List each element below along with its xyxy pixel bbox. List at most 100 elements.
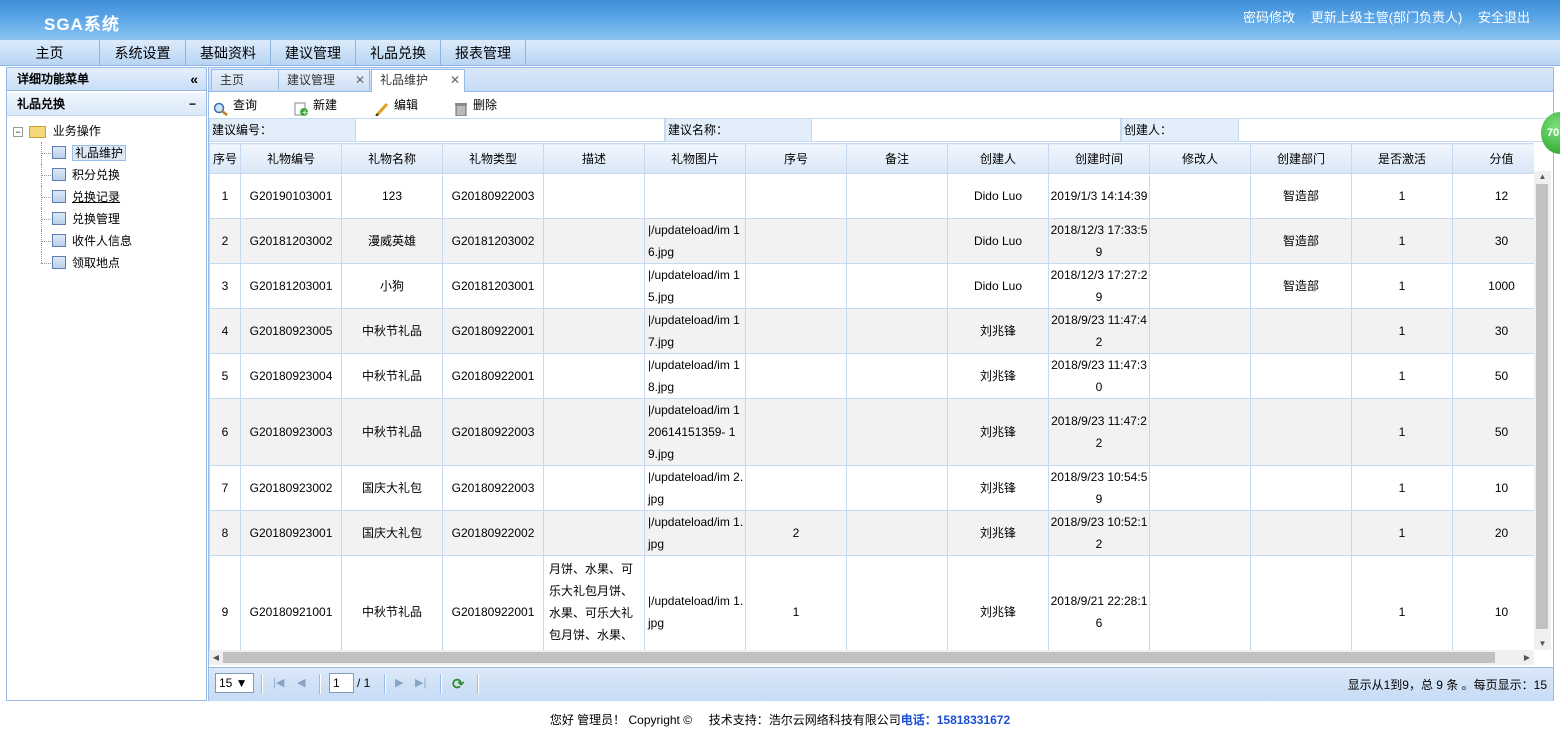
main-nav: 主页 系统设置 基础资料 建议管理 礼品兑换 报表管理: [0, 40, 1560, 66]
cell-seq: [745, 263, 847, 309]
last-page-icon[interactable]: ▶|: [415, 676, 426, 689]
cell-modifier: [1149, 218, 1251, 264]
collapse-sidebar-icon[interactable]: «: [190, 68, 198, 90]
table-row[interactable]: 8 G20180923001 国庆大礼包 G20180922002 |/updatelo…: [209, 510, 1534, 556]
cell-name: 中秋节礼品: [341, 398, 443, 466]
sidebar-item-exchange-mgmt[interactable]: 兑换管理: [7, 208, 206, 230]
horizontal-scrollbar[interactable]: ◀ ▶: [209, 650, 1534, 665]
tree-root[interactable]: − 业务操作: [7, 120, 206, 142]
column-header[interactable]: 分值: [1452, 143, 1534, 174]
column-header[interactable]: 描述: [543, 143, 645, 174]
page-size-select[interactable]: 15 ▼: [215, 673, 254, 693]
nav-home[interactable]: 主页: [0, 40, 100, 65]
cell-type: G20180922003: [442, 465, 544, 511]
main-panel: 主页 建议管理 ✕ 礼品维护 ✕ 查询 + 新建 编辑 删除 建议编号： 建议名称： …: [208, 67, 1554, 701]
cell-no: 1: [209, 173, 241, 219]
table-row[interactable]: 3 G20181203001 小狗 G20181203001 |/updateload/…: [209, 263, 1534, 309]
trash-icon: [453, 99, 469, 117]
table-row[interactable]: 5 G20180923004 中秋节礼品 G20180922001 |/updatelo…: [209, 353, 1534, 399]
table-row[interactable]: 7 G20180923002 国庆大礼包 G20180922003 |/updatelo…: [209, 465, 1534, 511]
cell-active: 1: [1351, 173, 1453, 219]
suggestion-no-input[interactable]: [355, 118, 665, 142]
cell-name: 小狗: [341, 263, 443, 309]
table-row[interactable]: 9 G20180921001 中秋节礼品 G20180922001 月饼、水果、可乐大礼…: [209, 555, 1534, 650]
close-tab-icon[interactable]: ✕: [450, 70, 460, 90]
column-header[interactable]: 礼物名称: [341, 143, 443, 174]
nav-basic-data[interactable]: 基础资料: [186, 40, 271, 65]
vertical-scrollbar[interactable]: ▲ ▼: [1534, 171, 1551, 650]
change-password-link[interactable]: 密码修改: [1243, 10, 1295, 25]
table-row[interactable]: 6 G20180923003 中秋节礼品 G20180922003 |/updatelo…: [209, 398, 1534, 466]
scroll-left-icon[interactable]: ◀: [209, 650, 223, 665]
creator-input[interactable]: [1238, 118, 1552, 142]
cell-time: 2018/12/3 17:27:29: [1048, 263, 1150, 309]
nav-system-settings[interactable]: 系统设置: [100, 40, 186, 65]
cell-score: 30: [1452, 308, 1534, 354]
column-header[interactable]: 是否激活: [1351, 143, 1453, 174]
cell-active: 1: [1351, 218, 1453, 264]
logout-link[interactable]: 安全退出: [1478, 10, 1530, 25]
cell-remark: [846, 465, 948, 511]
column-header[interactable]: 创建部门: [1250, 143, 1352, 174]
column-header[interactable]: 修改人: [1149, 143, 1251, 174]
table-row[interactable]: 4 G20180923005 中秋节礼品 G20180922001 |/updatelo…: [209, 308, 1534, 354]
cell-creator: 刘兆锋: [947, 308, 1049, 354]
close-tab-icon[interactable]: ✕: [355, 70, 365, 90]
tab-home[interactable]: 主页: [211, 69, 281, 90]
cell-code: G20180923001: [240, 510, 342, 556]
table-row[interactable]: 1 G20190103001 123 G20180922003 Dido Luo 2019…: [209, 173, 1534, 219]
page-icon: [52, 234, 66, 248]
column-header[interactable]: 创建时间: [1048, 143, 1150, 174]
first-page-icon[interactable]: |◀: [273, 676, 284, 689]
scroll-right-icon[interactable]: ▶: [1520, 650, 1534, 665]
tab-suggestion-mgmt[interactable]: 建议管理 ✕: [278, 69, 370, 90]
horizontal-scroll-thumb[interactable]: [223, 652, 1495, 663]
cell-no: 6: [209, 398, 241, 466]
table-row[interactable]: 2 G20181203002 漫威英雄 G20181203002 |/updateloa…: [209, 218, 1534, 264]
tab-gift-maintenance[interactable]: 礼品维护 ✕: [371, 69, 465, 92]
column-header[interactable]: 备注: [846, 143, 948, 174]
cell-seq: [745, 218, 847, 264]
tree-expand-icon[interactable]: −: [13, 126, 23, 137]
pagination-bar: 15 ▼ |◀ ◀ 1 / 1 ▶ ▶| ⟳ 显示从1到9，总 9 条 。每页显…: [209, 667, 1553, 701]
sidebar-item-recipient-info[interactable]: 收件人信息: [7, 230, 206, 252]
cell-score: 50: [1452, 398, 1534, 466]
nav-gift-exchange[interactable]: 礼品兑换: [356, 40, 441, 65]
column-header[interactable]: 礼物图片: [644, 143, 746, 174]
sidebar-item-gift-maintenance[interactable]: 礼品维护: [7, 142, 206, 164]
edit-button[interactable]: 编辑: [374, 92, 418, 118]
prev-page-icon[interactable]: ◀: [297, 676, 305, 689]
column-header[interactable]: 礼物类型: [442, 143, 544, 174]
sidebar-group[interactable]: 礼品兑换 −: [7, 93, 206, 116]
update-supervisor-link[interactable]: 更新上级主管(部门负责人): [1311, 10, 1463, 25]
nav-reports[interactable]: 报表管理: [441, 40, 526, 65]
cell-no: 7: [209, 465, 241, 511]
page-number-input[interactable]: 1: [329, 673, 354, 693]
footer-greeting: 您好 管理员！ Copyright ©: [549, 713, 693, 727]
nav-suggestion-mgmt[interactable]: 建议管理: [271, 40, 356, 65]
cell-score: 50: [1452, 353, 1534, 399]
column-header[interactable]: 礼物编号: [240, 143, 342, 174]
cell-img: [644, 173, 746, 219]
query-button[interactable]: 查询: [213, 92, 257, 118]
suggestion-name-input[interactable]: [811, 118, 1121, 142]
sidebar-item-points-exchange[interactable]: 积分兑换: [7, 164, 206, 186]
scroll-down-icon[interactable]: ▼: [1534, 638, 1551, 650]
group-collapse-icon[interactable]: −: [189, 93, 196, 115]
new-button[interactable]: + 新建: [293, 92, 337, 118]
cell-dept: [1250, 398, 1352, 466]
column-header[interactable]: 创建人: [947, 143, 1049, 174]
column-header[interactable]: 序号: [745, 143, 847, 174]
refresh-icon[interactable]: ⟳: [452, 675, 465, 693]
cell-score: 12: [1452, 173, 1534, 219]
next-page-icon[interactable]: ▶: [395, 676, 403, 689]
cell-remark: [846, 173, 948, 219]
scroll-up-icon[interactable]: ▲: [1534, 171, 1551, 183]
vertical-scroll-thumb[interactable]: [1536, 184, 1548, 629]
delete-button[interactable]: 删除: [453, 92, 497, 118]
cell-modifier: [1149, 510, 1251, 556]
sidebar-item-pickup-location[interactable]: 领取地点: [7, 252, 206, 274]
suggestion-name-label: 建议名称：: [665, 118, 812, 142]
sidebar-item-exchange-records[interactable]: 兑换记录: [7, 186, 206, 208]
column-header[interactable]: 序号: [209, 143, 241, 174]
